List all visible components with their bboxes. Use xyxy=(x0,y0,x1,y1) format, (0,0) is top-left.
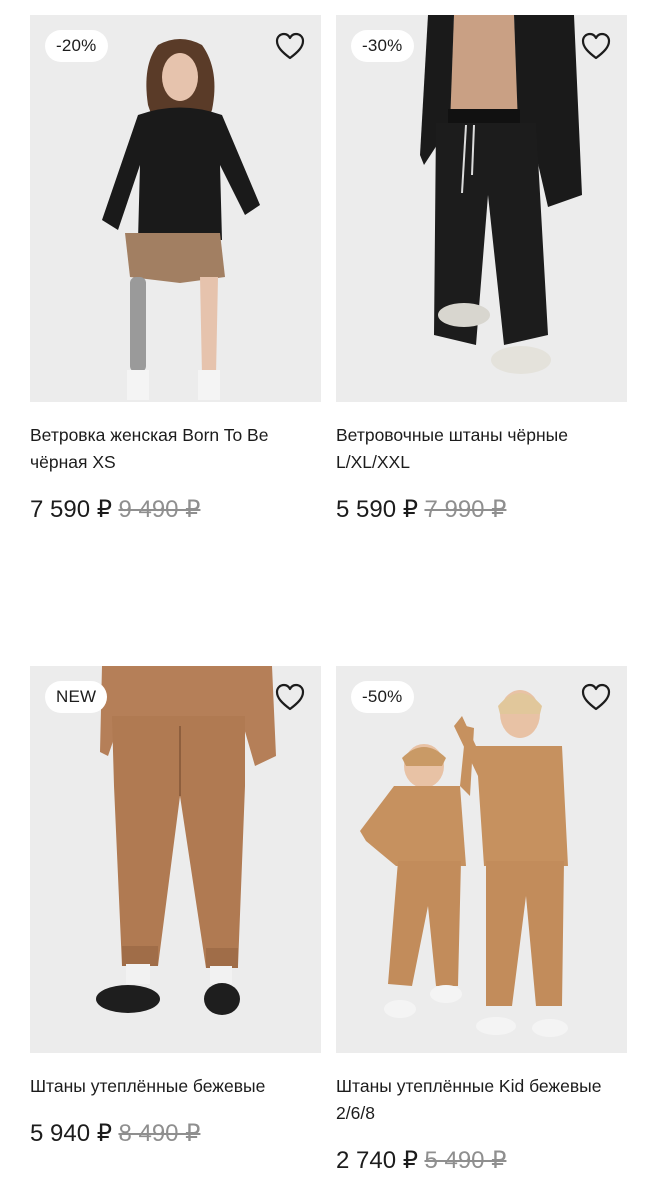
new-badge: NEW xyxy=(45,681,108,713)
product-title[interactable]: Ветровочные штаны чёрные L/XL/XXL xyxy=(336,422,621,476)
current-price: 2 740 ₽ xyxy=(336,1147,418,1174)
old-price: 7 990 ₽ xyxy=(424,496,507,523)
product-title[interactable]: Штаны утеплённые бежевые xyxy=(30,1073,315,1100)
product-card[interactable]: NEW Штаны утеплённые бежевые 5 940 ₽ 8 4… xyxy=(30,666,321,1148)
heart-outline-icon[interactable] xyxy=(273,29,307,63)
product-image xyxy=(336,666,627,1053)
heart-outline-icon[interactable] xyxy=(273,680,307,714)
old-price: 8 490 ₽ xyxy=(118,1120,201,1147)
product-photo[interactable]: -30% xyxy=(336,15,627,402)
product-title[interactable]: Ветровка женская Born To Be чёрная XS xyxy=(30,422,315,476)
discount-badge: -50% xyxy=(351,681,414,713)
current-price: 5 940 ₽ xyxy=(30,1120,112,1147)
product-title[interactable]: Штаны утеплённые Kid бежевые 2/6/8 xyxy=(336,1073,621,1127)
price-row: 7 590 ₽ 9 490 ₽ xyxy=(30,495,321,524)
product-image xyxy=(30,666,321,1053)
product-card[interactable]: -20% Ветровка женская Born To Be чёрная … xyxy=(30,15,321,524)
heart-outline-icon[interactable] xyxy=(579,29,613,63)
old-price: 5 490 ₽ xyxy=(424,1147,507,1174)
product-photo[interactable]: -20% xyxy=(30,15,321,402)
old-price: 9 490 ₽ xyxy=(118,496,201,523)
price-row: 5 940 ₽ 8 490 ₽ xyxy=(30,1119,321,1148)
product-photo[interactable]: -50% xyxy=(336,666,627,1053)
product-card[interactable]: -30% Ветровочные штаны чёрные L/XL/XXL 5… xyxy=(336,15,627,524)
product-photo[interactable]: NEW xyxy=(30,666,321,1053)
discount-badge: -30% xyxy=(351,30,414,62)
price-row: 5 590 ₽ 7 990 ₽ xyxy=(336,495,627,524)
product-image xyxy=(336,15,627,402)
heart-outline-icon[interactable] xyxy=(579,680,613,714)
discount-badge: -20% xyxy=(45,30,108,62)
current-price: 5 590 ₽ xyxy=(336,496,418,523)
product-image xyxy=(30,15,321,402)
current-price: 7 590 ₽ xyxy=(30,496,112,523)
price-row: 2 740 ₽ 5 490 ₽ xyxy=(336,1146,627,1175)
product-card[interactable]: -50% Штаны утеплённые Kid бежевые 2/6/8 … xyxy=(336,666,627,1175)
